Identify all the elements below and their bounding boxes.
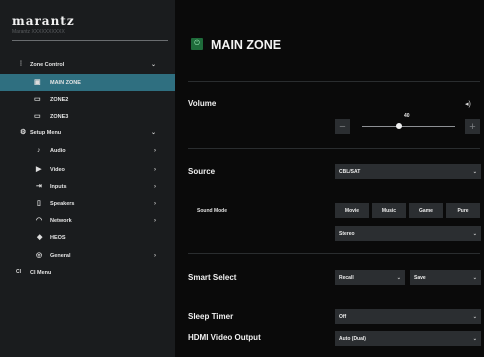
zone-icon: ▭ xyxy=(34,96,41,103)
sidebar-item-label: ZONE3 xyxy=(50,113,69,120)
sound-mode-pure-button[interactable]: Pure xyxy=(446,203,480,218)
heos-icon: ◆ xyxy=(37,234,43,241)
sidebar-item-label: Network xyxy=(50,217,72,224)
sidebar-item-inputs[interactable]: ⇥ Inputs › xyxy=(0,178,175,195)
chevron-down-icon: ⌄ xyxy=(472,168,477,175)
sidebar: marantz Marantz XXXXXXXXXX ⫶ Zone Contro… xyxy=(0,0,175,357)
sidebar-item-label: General xyxy=(50,252,71,259)
sidebar-item-label: ZONE2 xyxy=(50,96,69,103)
sidebar-item-label: Speakers xyxy=(50,200,75,207)
sidebar-item-label: HEOS xyxy=(50,234,66,241)
gear-icon: ⚙ xyxy=(20,129,27,136)
volume-slider-handle[interactable] xyxy=(396,123,403,129)
chevron-right-icon: › xyxy=(154,200,156,207)
sidebar-item-label: Audio xyxy=(50,147,66,154)
sidebar-item-speakers[interactable]: ▯ Speakers › xyxy=(0,195,175,212)
sound-mode-movie-button[interactable]: Movie xyxy=(335,203,369,218)
sidebar-item-ci-menu[interactable]: CI CI Menu xyxy=(0,264,175,281)
sidebar-item-label: Video xyxy=(50,166,65,173)
chevron-right-icon: › xyxy=(154,183,156,190)
sidebar-item-label: CI Menu xyxy=(30,269,52,276)
main-panel: ⏻ MAIN ZONE Volume ◂) − 40 + Source CBL/… xyxy=(175,0,484,357)
smart-select-save-select[interactable]: Save ⌄ xyxy=(410,270,481,285)
hdmi-video-output-label: HDMI Video Output xyxy=(188,333,261,342)
volume-slider-track[interactable] xyxy=(362,126,455,127)
sidebar-item-network[interactable]: ◠ Network › xyxy=(0,212,175,229)
app-window: marantz Marantz XXXXXXXXXX ⫶ Zone Contro… xyxy=(0,0,484,357)
sleep-timer-value: Off xyxy=(339,313,347,320)
speaker-icon[interactable]: ◂) xyxy=(465,100,471,108)
sound-mode-music-button[interactable]: Music xyxy=(372,203,406,218)
source-value: CBL/SAT xyxy=(339,168,361,175)
sidebar-item-zone3[interactable]: ▭ ZONE3 xyxy=(0,108,175,125)
sound-mode-value: Stereo xyxy=(339,230,355,237)
zone-icon: ▣ xyxy=(34,79,41,86)
sleep-timer-select[interactable]: Off ⌄ xyxy=(335,309,481,324)
volume-value: 40 xyxy=(404,113,410,119)
chevron-right-icon: › xyxy=(154,147,156,154)
chevron-right-icon: › xyxy=(154,252,156,259)
sidebar-item-label: MAIN ZONE xyxy=(50,79,81,86)
divider xyxy=(12,40,168,41)
volume-label: Volume xyxy=(188,99,217,108)
recall-value: Recall xyxy=(339,274,354,281)
sidebar-item-general[interactable]: ◎ General › xyxy=(0,247,175,264)
sidebar-item-zone2[interactable]: ▭ ZONE2 xyxy=(0,91,175,108)
model-name: Marantz XXXXXXXXXX xyxy=(12,29,65,35)
chevron-down-icon: ⌄ xyxy=(150,130,156,136)
video-icon: ▶ xyxy=(36,166,42,173)
sidebar-item-label: Setup Menu xyxy=(30,129,62,136)
sidebar-item-heos[interactable]: ◆ HEOS xyxy=(0,229,175,246)
save-value: Save xyxy=(414,274,426,281)
sidebar-item-zone-control[interactable]: ⫶ Zone Control ⌄ xyxy=(0,56,175,73)
source-select[interactable]: CBL/SAT ⌄ xyxy=(335,164,481,179)
sidebar-item-label: Inputs xyxy=(50,183,67,190)
zone-icon: ▭ xyxy=(34,113,41,120)
volume-down-button[interactable]: − xyxy=(335,119,350,134)
sound-mode-label: Sound Mode xyxy=(197,208,227,214)
chevron-down-icon: ⌄ xyxy=(472,313,477,320)
sound-mode-select[interactable]: Stereo ⌄ xyxy=(335,226,481,241)
input-icon: ⇥ xyxy=(36,183,42,190)
divider xyxy=(188,148,480,149)
divider xyxy=(188,81,480,82)
smart-select-recall-select[interactable]: Recall ⌄ xyxy=(335,270,405,285)
sidebar-item-label: Zone Control xyxy=(30,61,65,68)
chevron-down-icon: ⌄ xyxy=(472,335,477,342)
music-note-icon: ♪ xyxy=(37,147,41,154)
sleep-timer-label: Sleep Timer xyxy=(188,312,234,321)
sliders-icon: ⫶ xyxy=(20,61,22,68)
chevron-right-icon: › xyxy=(154,217,156,224)
chevron-right-icon: › xyxy=(154,166,156,173)
hdmi-video-output-select[interactable]: Auto (Dual) ⌄ xyxy=(335,331,481,346)
speaker-icon: ▯ xyxy=(37,200,41,207)
volume-up-button[interactable]: + xyxy=(465,119,480,134)
sidebar-item-main-zone[interactable]: ▣ MAIN ZONE xyxy=(0,74,175,91)
chevron-down-icon: ⌄ xyxy=(150,62,156,68)
sound-mode-game-button[interactable]: Game xyxy=(409,203,443,218)
sidebar-item-setup-menu[interactable]: ⚙ Setup Menu ⌄ xyxy=(0,124,175,141)
power-button[interactable]: ⏻ xyxy=(191,38,203,50)
general-icon: ◎ xyxy=(36,252,43,259)
ci-icon: CI xyxy=(16,269,21,275)
chevron-down-icon: ⌄ xyxy=(472,230,477,237)
brand-logo: marantz xyxy=(12,14,75,28)
source-label: Source xyxy=(188,167,216,176)
sidebar-item-video[interactable]: ▶ Video › xyxy=(0,161,175,178)
wifi-icon: ◠ xyxy=(36,217,43,224)
page-title: MAIN ZONE xyxy=(211,38,282,52)
sidebar-item-audio[interactable]: ♪ Audio › xyxy=(0,142,175,159)
chevron-down-icon: ⌄ xyxy=(472,274,477,281)
hdmi-video-output-value: Auto (Dual) xyxy=(339,335,366,342)
divider xyxy=(188,253,480,254)
smart-select-label: Smart Select xyxy=(188,273,237,282)
chevron-down-icon: ⌄ xyxy=(396,274,401,281)
